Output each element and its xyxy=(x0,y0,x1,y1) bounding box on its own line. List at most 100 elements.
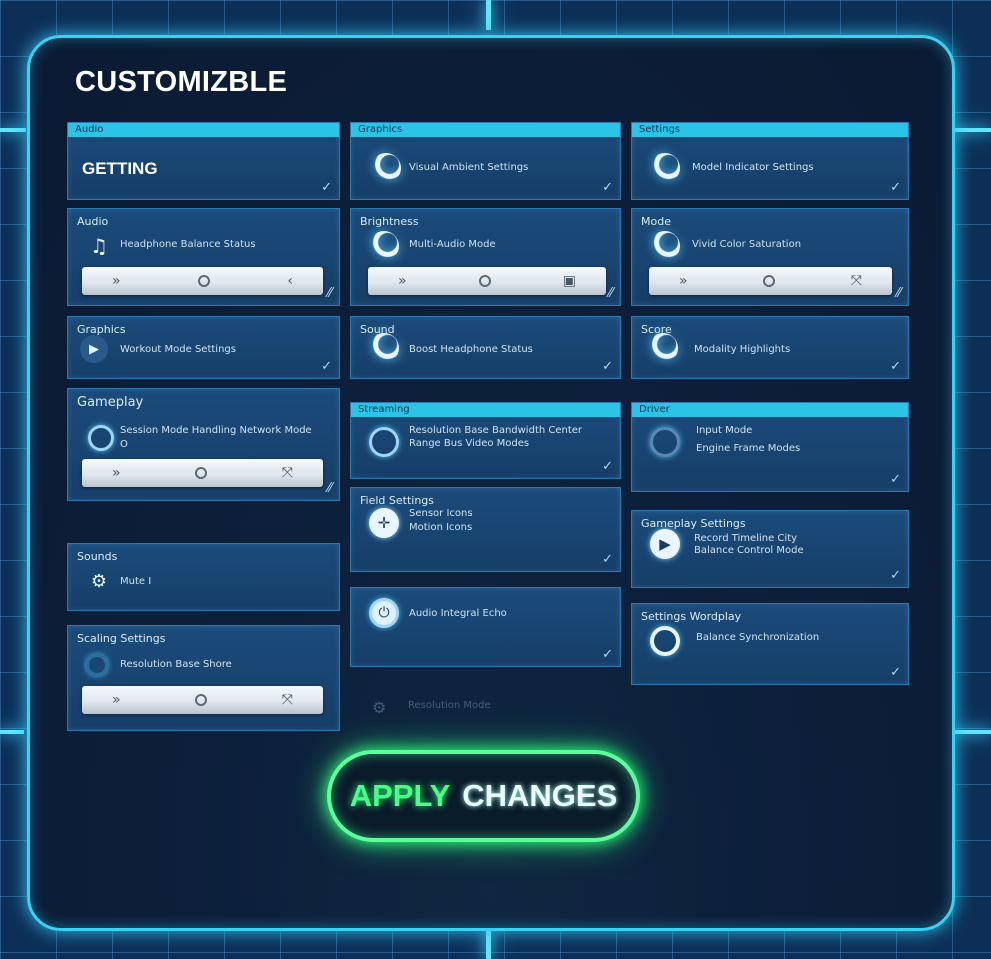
gameplay-settings-card[interactable]: Gameplay Settings ▶ Record Timeline City… xyxy=(631,510,909,588)
card-text-2: Balance Control Mode xyxy=(694,545,804,556)
slider-knob[interactable] xyxy=(763,275,776,287)
glow-line-bottom xyxy=(486,928,491,959)
mode-slider[interactable]: » ⤧ xyxy=(649,267,892,295)
streaming-card[interactable]: Streaming Resolution Base Bandwidth Cent… xyxy=(350,402,621,479)
gameplay-slider[interactable]: » ⤧ xyxy=(82,459,323,487)
glow-line-left xyxy=(0,128,26,132)
card-header: Graphics xyxy=(351,123,620,137)
driver-card[interactable]: Driver Input Mode Engine Frame Modes ✓ xyxy=(631,402,909,492)
changes-word: CHANGES xyxy=(462,778,618,813)
ring-icon xyxy=(650,626,680,656)
audio-echo-card[interactable]: ⏻ Audio Integral Echo ✓ xyxy=(350,587,621,667)
music-note-icon: ♫ xyxy=(90,234,108,258)
check-icon: ⁄⁄ xyxy=(327,286,332,301)
crescent-icon xyxy=(648,333,678,363)
card-header: Audio xyxy=(68,123,339,137)
scaling-settings-card[interactable]: Scaling Settings Resolution Base Shore »… xyxy=(67,625,340,731)
score-card[interactable]: Score Modality Highlights ✓ xyxy=(631,316,909,379)
card-label: Sounds xyxy=(77,550,118,563)
slider-left-icon: » xyxy=(679,273,688,289)
check-icon: ⁄⁄ xyxy=(896,286,901,301)
card-text: Balance Synchronization xyxy=(696,632,820,643)
play-circle-icon: ▶ xyxy=(650,529,680,559)
check-icon: ✓ xyxy=(321,180,332,195)
field-settings-card[interactable]: Field Settings ✛ Sensor Icons Motion Ico… xyxy=(350,487,621,572)
card-label: Mode xyxy=(641,215,671,228)
slider-right-icon: ▣ xyxy=(562,273,576,289)
ring-icon xyxy=(88,425,114,451)
graphics-workout-card[interactable]: Graphics ▶ Workout Mode Settings ✓ xyxy=(67,316,340,379)
card-text: Input Mode xyxy=(696,425,753,436)
card-label: Brightness xyxy=(360,215,419,228)
slider-left-icon: » xyxy=(112,465,121,481)
slider-knob[interactable] xyxy=(478,275,491,287)
moon-icon xyxy=(369,231,399,261)
apply-changes-button[interactable]: APPLY CHANGES xyxy=(327,750,640,842)
check-icon: ✓ xyxy=(602,647,613,662)
card-text: Resolution Base Shore xyxy=(120,659,232,670)
card-text: Multi-Audio Mode xyxy=(409,239,496,250)
check-icon: ✓ xyxy=(890,568,901,583)
ring-icon xyxy=(86,654,108,676)
ring-icon xyxy=(650,427,680,457)
card-text: Audio Integral Echo xyxy=(409,608,507,619)
slider-knob[interactable] xyxy=(195,467,208,479)
faded-gear-icon: ⚙ xyxy=(372,698,387,717)
card-label: Graphics xyxy=(77,323,126,336)
check-icon: ⁄⁄ xyxy=(327,481,332,496)
page-title: CUSTOMIZBLE xyxy=(75,66,288,98)
sound-card[interactable]: Sound Boost Headphone Status ✓ xyxy=(350,316,621,379)
slider-knob[interactable] xyxy=(195,694,208,706)
crescent-icon xyxy=(371,153,401,183)
brightness-card[interactable]: Brightness Multi-Audio Mode » ▣ ⁄⁄ xyxy=(350,208,621,306)
card-label: Settings Wordplay xyxy=(641,610,742,623)
sounds-card[interactable]: Sounds ⚙ Mute I xyxy=(67,543,340,611)
crescent-icon xyxy=(650,153,680,183)
slider-right-icon: ⤧ xyxy=(281,692,293,708)
card-header: Settings xyxy=(632,123,908,137)
card-label: Audio xyxy=(77,215,109,228)
card-header: Driver xyxy=(632,403,908,417)
slider-right-icon: ⤧ xyxy=(281,465,293,481)
slider-knob[interactable] xyxy=(197,275,210,287)
audio-balance-slider[interactable]: » ‹ xyxy=(82,267,323,295)
card-text: Sensor Icons xyxy=(409,508,473,519)
check-icon: ✓ xyxy=(890,472,901,487)
check-icon: ✓ xyxy=(890,359,901,374)
graphics-card[interactable]: Graphics Visual Ambient Settings ✓ xyxy=(350,122,621,200)
settings-wordplay-card[interactable]: Settings Wordplay Balance Synchronizatio… xyxy=(631,603,909,685)
check-icon: ✓ xyxy=(602,359,613,374)
card-text-2: Range Bus Video Modes xyxy=(409,438,530,449)
card-text: Headphone Balance Status xyxy=(120,239,256,250)
check-icon: ✓ xyxy=(890,665,901,680)
crosshair-icon: ✛ xyxy=(369,508,399,538)
brightness-slider[interactable]: » ▣ xyxy=(368,267,606,295)
card-heading: GETTING xyxy=(82,159,158,178)
faded-text: Resolution Mode xyxy=(408,700,491,711)
card-text: Mute I xyxy=(120,576,152,587)
slider-right-icon: ⤧ xyxy=(850,273,862,289)
gear-icon: ⚙ xyxy=(90,570,108,592)
card-text: Visual Ambient Settings xyxy=(409,162,529,173)
card-text: Vivid Color Saturation xyxy=(692,239,802,250)
settings-card[interactable]: Settings Model Indicator Settings ✓ xyxy=(631,122,909,200)
card-text: Workout Mode Settings xyxy=(120,344,236,355)
power-icon: ⏻ xyxy=(369,598,399,628)
faded-card-reflection: ⚙ Resolution Mode xyxy=(350,686,621,726)
gameplay-card[interactable]: Gameplay Session Mode Handling Network M… xyxy=(67,388,340,501)
audio-getting-card[interactable]: Audio GETTING ✓ xyxy=(67,122,340,200)
card-text: Model Indicator Settings xyxy=(692,162,814,173)
card-subtext: O xyxy=(120,439,128,450)
glow-line-top xyxy=(486,0,491,30)
audio-balance-card[interactable]: Audio ♫ Headphone Balance Status » ‹ ⁄⁄ xyxy=(67,208,340,306)
mode-card[interactable]: Mode Vivid Color Saturation » ⤧ ⁄⁄ xyxy=(631,208,909,306)
slider-left-icon: » xyxy=(112,692,121,708)
card-header: Streaming xyxy=(351,403,620,417)
glow-line-right xyxy=(952,128,991,132)
glow-line-left-2 xyxy=(0,730,24,734)
card-text-2: Motion Icons xyxy=(409,522,473,533)
ring-icon xyxy=(369,427,399,457)
card-text: Boost Headphone Status xyxy=(409,344,533,355)
glow-line-right-2 xyxy=(952,730,991,734)
scaling-slider[interactable]: » ⤧ xyxy=(82,686,323,714)
